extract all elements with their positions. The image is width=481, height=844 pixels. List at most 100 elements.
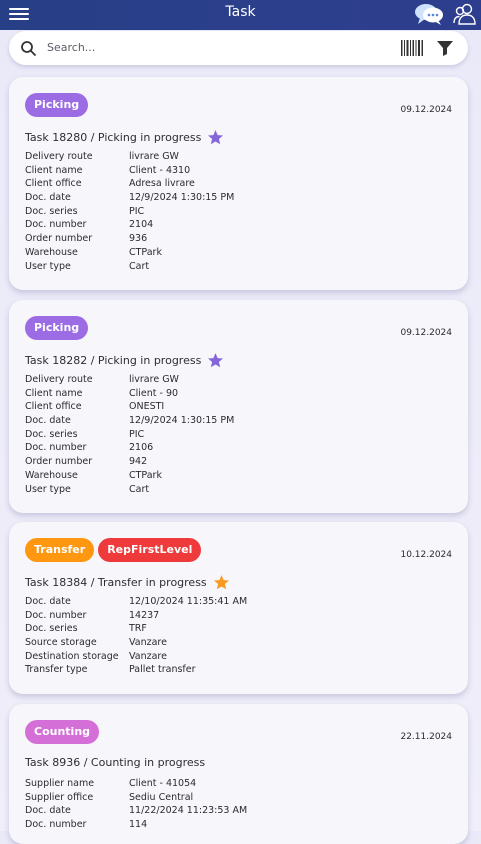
- field-row: Client office Adresa livrare: [25, 178, 234, 192]
- task-title-row: Task 18282 / Picking in progress: [25, 352, 224, 369]
- field-label: Doc. number: [25, 442, 87, 454]
- field-label: Supplier office: [25, 791, 94, 803]
- field-value: ONESTI: [129, 401, 165, 413]
- type-badge: Counting: [25, 720, 100, 744]
- field-label: Client name: [25, 387, 83, 399]
- field-row: Supplier office Sediu Central: [25, 792, 247, 806]
- field-label: User type: [25, 483, 71, 495]
- task-title: Task 18384 / Transfer in progress: [25, 576, 207, 589]
- field-row: Warehouse CTPark: [25, 247, 234, 261]
- field-row: Client name Client - 90: [25, 388, 234, 402]
- field-label: Client office: [25, 401, 82, 413]
- field-list: Supplier name Client - 41054 Supplier off…: [25, 778, 247, 833]
- field-value: PIC: [129, 205, 145, 217]
- task-title: Task 18282 / Picking in progress: [25, 354, 202, 367]
- field-value: 11/22/2024 11:23:53 AM: [129, 805, 248, 817]
- star-icon[interactable]: [207, 352, 224, 369]
- field-label: Transfer type: [25, 664, 88, 676]
- field-row: Order number 942: [25, 456, 234, 470]
- field-label: Doc. series: [25, 205, 78, 217]
- field-list: Delivery route livrare GW Client name Clie…: [25, 151, 234, 274]
- field-value: CTPark: [129, 469, 162, 481]
- task-date: 09.12.2024: [400, 105, 452, 115]
- field-value: livrare GW: [129, 374, 179, 385]
- field-list: Doc. date 12/10/2024 11:35:41 AM Doc. num…: [25, 596, 247, 678]
- field-label: Client name: [25, 164, 83, 176]
- field-value: 2104: [129, 219, 154, 231]
- field-value: TRF: [129, 623, 147, 635]
- field-row: Doc. series TRF: [25, 623, 247, 637]
- field-row: User type Cart: [25, 261, 234, 275]
- search-bar[interactable]: Search...: [9, 31, 468, 65]
- field-label: Doc. number: [25, 609, 87, 621]
- task-card[interactable]: Picking 09.12.2024 Task 18280 / Picking …: [9, 77, 468, 290]
- field-row: User type Cart: [25, 484, 234, 498]
- field-label: Destination storage: [25, 650, 119, 662]
- field-row: Doc. date 12/9/2024 1:30:15 PM: [25, 415, 234, 429]
- field-value: Adresa livrare: [129, 178, 195, 190]
- field-value: 12/9/2024 1:30:15 PM: [129, 415, 235, 427]
- type-badge: Picking: [25, 316, 89, 340]
- field-row: Client name Client - 4310: [25, 165, 234, 179]
- task-card[interactable]: Picking 09.12.2024 Task 18282 / Picking …: [9, 300, 468, 513]
- task-title: Task 18280 / Picking in progress: [25, 131, 202, 144]
- search-input[interactable]: Search...: [47, 41, 95, 54]
- field-label: Delivery route: [25, 151, 93, 162]
- type-badge: Picking: [25, 93, 89, 117]
- field-row: Doc. number 2104: [25, 219, 234, 233]
- filter-icon[interactable]: [437, 41, 453, 56]
- field-value: Client - 4310: [129, 164, 191, 176]
- field-value: 2106: [129, 442, 154, 454]
- field-value: Cart: [129, 260, 150, 272]
- field-value: Client - 90: [129, 387, 179, 399]
- field-label: Warehouse: [25, 469, 78, 481]
- field-label: Delivery route: [25, 374, 93, 385]
- users-icon[interactable]: [452, 2, 478, 26]
- field-row: Transfer type Pallet transfer: [25, 664, 247, 678]
- task-card[interactable]: Counting 22.11.2024 Task 8936 / Counting…: [9, 704, 468, 844]
- field-row: Supplier name Client - 41054: [25, 778, 247, 792]
- search-icon: [21, 41, 37, 57]
- star-icon[interactable]: [207, 129, 224, 146]
- field-row: Doc. date 12/9/2024 1:30:15 PM: [25, 192, 234, 206]
- task-title-row: Task 8936 / Counting in progress: [25, 756, 205, 769]
- badge-group: Counting: [25, 720, 100, 744]
- field-value: Sediu Central: [129, 791, 194, 803]
- field-value: 14237: [129, 609, 160, 621]
- field-row: Destination storage Vanzare: [25, 651, 247, 665]
- badge-group: Transfer RepFirstLevel: [25, 538, 202, 562]
- field-row: Delivery route livrare GW: [25, 151, 234, 165]
- field-label: Doc. date: [25, 596, 71, 607]
- page-title: Task: [225, 4, 256, 20]
- task-card[interactable]: Transfer RepFirstLevel 10.12.2024 Task 1…: [9, 522, 468, 694]
- field-label: Source storage: [25, 637, 97, 649]
- barcode-icon[interactable]: [401, 40, 423, 56]
- field-label: Warehouse: [25, 246, 78, 258]
- field-row: Doc. number 2106: [25, 442, 234, 456]
- field-row: Warehouse CTPark: [25, 470, 234, 484]
- field-label: Doc. date: [25, 415, 71, 427]
- field-label: Client office: [25, 178, 82, 190]
- field-row: Order number 936: [25, 233, 234, 247]
- field-row: Doc. series PIC: [25, 206, 234, 220]
- field-label: Supplier name: [25, 778, 95, 789]
- field-row: Client office ONESTI: [25, 401, 234, 415]
- field-row: Doc. date 11/22/2024 11:23:53 AM: [25, 805, 247, 819]
- field-value: Vanzare: [129, 650, 167, 662]
- task-title-row: Task 18384 / Transfer in progress: [25, 574, 230, 591]
- chat-icon[interactable]: [414, 1, 444, 27]
- star-icon[interactable]: [213, 574, 230, 591]
- field-row: Source storage Vanzare: [25, 637, 247, 651]
- badge-group: Picking: [25, 93, 89, 117]
- field-value: 12/10/2024 11:35:41 AM: [129, 596, 248, 607]
- field-value: 936: [129, 233, 148, 245]
- field-value: 942: [129, 456, 148, 468]
- field-label: Doc. date: [25, 805, 71, 817]
- field-value: Cart: [129, 483, 150, 495]
- field-value: Pallet transfer: [129, 664, 196, 676]
- field-label: User type: [25, 260, 71, 272]
- task-title-row: Task 18280 / Picking in progress: [25, 129, 224, 146]
- field-value: Client - 41054: [129, 778, 197, 789]
- field-row: Doc. series PIC: [25, 429, 234, 443]
- badge-group: Picking: [25, 316, 89, 340]
